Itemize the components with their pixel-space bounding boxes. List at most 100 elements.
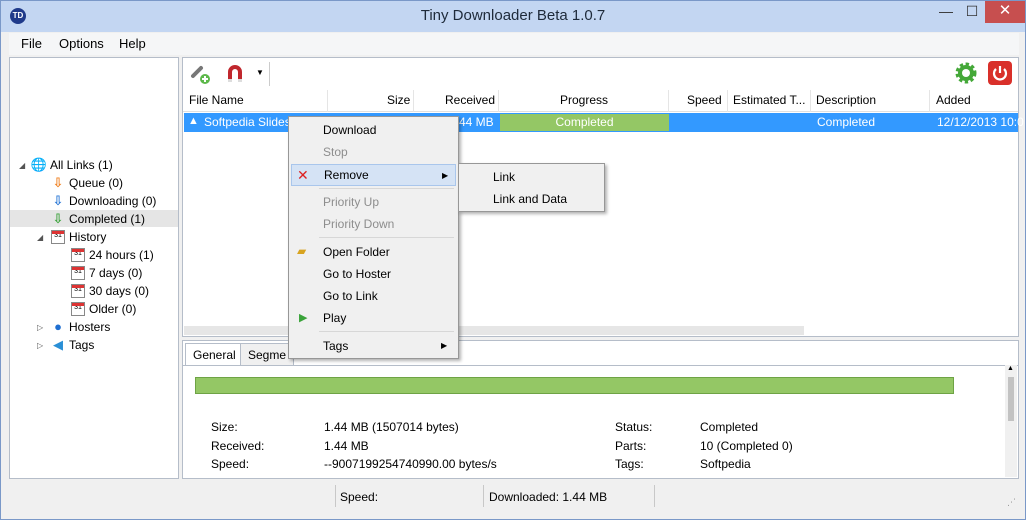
- vertical-scrollbar[interactable]: ▲: [1005, 365, 1017, 477]
- magnet-dropdown-icon[interactable]: ▼: [256, 68, 264, 77]
- speed-label: Speed:: [211, 457, 250, 471]
- file-type-icon: ▲: [188, 115, 199, 127]
- tree-item-7-days[interactable]: 31 7 days (0): [70, 264, 142, 281]
- column-estimated-time[interactable]: Estimated T...: [733, 93, 805, 107]
- collapsed-arrow-icon[interactable]: ▷: [37, 323, 43, 332]
- globe-icon: ●: [54, 319, 62, 334]
- tree-item-24-hours[interactable]: 31 24 hours (1): [70, 246, 154, 263]
- received-label: Received:: [211, 439, 265, 453]
- tree-label: 30 days (0): [89, 283, 150, 298]
- status-value: Completed: [700, 420, 759, 434]
- resize-grip-icon[interactable]: ⋰: [1007, 497, 1016, 508]
- completed-arrow-icon: ⇩: [52, 210, 64, 226]
- status-bar: Speed: Downloaded: 1.44 MB ⋰: [9, 482, 1019, 510]
- tree-label: Older (0): [89, 301, 137, 316]
- tree-item-tags[interactable]: ◀ Tags: [50, 336, 94, 353]
- column-file-name[interactable]: File Name: [189, 93, 244, 107]
- column-received[interactable]: Received: [445, 93, 495, 107]
- menu-play[interactable]: ▶ Play: [291, 307, 456, 329]
- category-tree: ◢ 🌐 All Links (1) ⇩ Queue (0) ⇩ Download…: [9, 57, 179, 479]
- column-speed[interactable]: Speed: [687, 93, 722, 107]
- tree-item-completed[interactable]: ⇩ Completed (1): [10, 210, 178, 227]
- calendar-icon: 31: [70, 247, 86, 263]
- remove-submenu: Link Link and Data: [458, 163, 605, 212]
- menu-go-to-hoster[interactable]: Go to Hoster: [291, 263, 456, 285]
- tags-value: Softpedia: [700, 457, 751, 471]
- maximize-button[interactable]: ☐: [959, 1, 985, 23]
- cell-added: 12/12/2013 10:0: [937, 115, 1024, 129]
- tab-segments[interactable]: Segme: [240, 343, 295, 365]
- tree-item-all-links[interactable]: 🌐 All Links (1): [31, 156, 113, 173]
- remove-x-icon: ✕: [297, 167, 309, 183]
- app-window: TD Tiny Downloader Beta 1.0.7 — ☐ ✕ File…: [0, 0, 1026, 520]
- details-progress-bar: [195, 377, 954, 394]
- menu-help[interactable]: Help: [119, 36, 146, 51]
- menu-options[interactable]: Options: [59, 36, 104, 51]
- close-button[interactable]: ✕: [985, 1, 1025, 23]
- tags-label: Tags:: [615, 457, 644, 471]
- tag-icon: ◀: [53, 336, 63, 352]
- tree-item-queue[interactable]: ⇩ Queue (0): [50, 174, 123, 191]
- scroll-up-icon[interactable]: ▲: [1007, 365, 1014, 372]
- menu-priority-up: Priority Up: [323, 195, 380, 209]
- tree-label: History: [69, 229, 107, 244]
- tree-label: Hosters: [69, 319, 111, 334]
- speed-value: --9007199254740990.00 bytes/s: [324, 457, 497, 471]
- menu-tags[interactable]: Tags ▶: [291, 335, 456, 357]
- minimize-button[interactable]: —: [933, 1, 959, 23]
- column-progress[interactable]: Progress: [560, 93, 608, 107]
- power-icon[interactable]: [988, 61, 1012, 85]
- calendar-icon: 31: [70, 301, 86, 317]
- column-added[interactable]: Added: [936, 93, 971, 107]
- tree-item-hosters[interactable]: ● Hosters: [50, 318, 110, 335]
- tree-item-history[interactable]: 31 History: [50, 228, 106, 245]
- tree-item-downloading[interactable]: ⇩ Downloading (0): [50, 192, 157, 209]
- menu-open-folder[interactable]: ▰ Open Folder: [291, 241, 456, 263]
- expand-arrow-icon[interactable]: ◢: [37, 233, 43, 242]
- expand-arrow-icon[interactable]: ◢: [19, 161, 25, 170]
- tab-general[interactable]: General: [185, 343, 244, 365]
- vertical-divider: [269, 62, 270, 86]
- tree-item-30-days[interactable]: 31 30 days (0): [70, 282, 149, 299]
- menu-remove-link[interactable]: Link: [461, 166, 602, 188]
- title-bar[interactable]: TD Tiny Downloader Beta 1.0.7 — ☐ ✕: [1, 1, 1025, 32]
- gear-icon[interactable]: [954, 61, 978, 85]
- tree-label: Tags: [69, 337, 95, 352]
- tree-label: Downloading (0): [69, 193, 157, 208]
- tree-label: 24 hours (1): [89, 247, 154, 262]
- folder-icon: ▰: [297, 244, 307, 258]
- status-downloaded: Downloaded: 1.44 MB: [489, 490, 608, 504]
- submenu-arrow-icon: ▶: [441, 341, 448, 350]
- received-value: 1.44 MB: [324, 439, 369, 453]
- collapsed-arrow-icon[interactable]: ▷: [37, 341, 43, 350]
- menu-file[interactable]: File: [21, 36, 42, 51]
- calendar-icon: 31: [50, 229, 66, 245]
- tree-item-older[interactable]: 31 Older (0): [70, 300, 136, 317]
- horizontal-scrollbar[interactable]: [184, 326, 804, 335]
- status-speed: Speed:: [340, 490, 379, 504]
- menu-bar: File Options Help: [9, 33, 1019, 55]
- details-pane: General Segme Size: 1.44 MB (1507014 byt…: [182, 340, 1019, 479]
- menu-stop: Stop: [323, 145, 348, 159]
- globe-links-icon: 🌐: [30, 156, 48, 172]
- toolbar: ▼: [183, 58, 1018, 90]
- menu-download[interactable]: Download: [291, 119, 456, 141]
- tree-label: All Links (1): [50, 157, 113, 172]
- menu-remove[interactable]: ✕ Remove ▶: [291, 164, 456, 186]
- size-label: Size:: [211, 420, 238, 434]
- cell-progress: Completed: [500, 114, 669, 131]
- cell-received: 44 MB: [459, 115, 494, 129]
- grid-header: File Name Size Received Progress Speed E…: [183, 90, 1018, 112]
- scroll-thumb[interactable]: [1008, 377, 1014, 421]
- column-description[interactable]: Description: [816, 93, 876, 107]
- magnet-icon[interactable]: [223, 62, 247, 86]
- column-size[interactable]: Size: [387, 93, 410, 107]
- add-link-icon[interactable]: [189, 62, 213, 86]
- calendar-icon: 31: [70, 265, 86, 281]
- cell-description: Completed: [817, 115, 876, 129]
- menu-remove-link-and-data[interactable]: Link and Data: [461, 188, 602, 210]
- menu-go-to-link[interactable]: Go to Link: [291, 285, 456, 307]
- parts-label: Parts:: [615, 439, 647, 453]
- size-value: 1.44 MB (1507014 bytes): [324, 420, 459, 434]
- context-menu: Download Stop ✕ Remove ▶ Priority Up Pri…: [288, 116, 459, 359]
